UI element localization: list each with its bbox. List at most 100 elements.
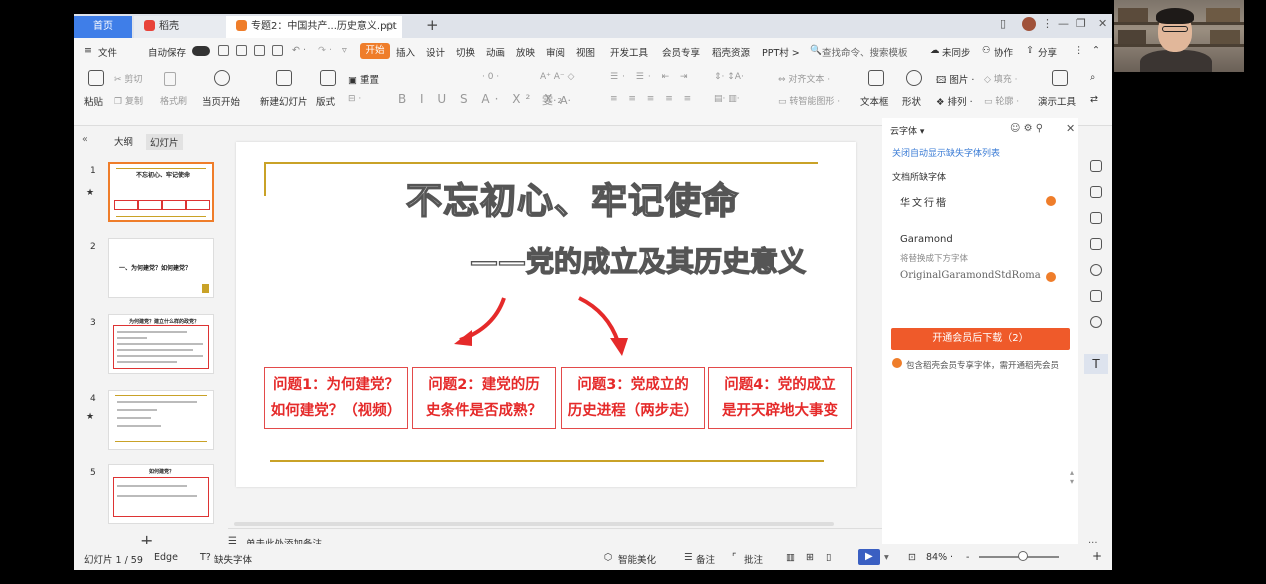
share-label[interactable]: 分享 <box>1038 45 1057 59</box>
cut-button[interactable]: ✂ 剪切 <box>114 72 142 85</box>
sorter-view-icon[interactable]: ⊞ <box>806 552 814 563</box>
menu-daoke-resources[interactable]: 稻壳资源 <box>712 45 750 59</box>
shape-button[interactable]: 形状 <box>902 94 921 108</box>
slideshow-play-button[interactable]: ▶ <box>858 549 880 565</box>
sidebar-copy-icon[interactable] <box>1090 238 1102 250</box>
new-slide-button[interactable]: 新建幻灯片 <box>260 94 308 108</box>
missing-font-1[interactable]: 华文行楷 <box>900 194 948 209</box>
columns-button[interactable]: ▤· ▥· <box>714 94 740 104</box>
comments-icon[interactable]: ⌜ <box>732 552 736 563</box>
minimize-icon[interactable]: — <box>1058 17 1069 30</box>
picture-button[interactable]: 🖾 图片 · <box>936 72 974 89</box>
menu-member[interactable]: 会员专享 <box>662 45 700 59</box>
panel-tools-icons[interactable]: ☺ ⚙ ⚲ <box>1010 123 1043 134</box>
tab-document[interactable]: 专题2：中国共产...历史意义.ppt ○ <box>226 16 402 38</box>
more-options-icon[interactable]: ⋮ <box>1074 45 1084 56</box>
redo-icon[interactable]: ↷ · <box>318 45 332 56</box>
slide-thumbnail-1[interactable]: 1 ★ 不忘初心、牢记使命 <box>84 162 214 228</box>
autosave-toggle[interactable] <box>192 46 210 56</box>
share-icon[interactable]: ⇪ <box>1026 45 1034 56</box>
sidebar-font-icon[interactable]: T <box>1084 354 1108 374</box>
close-window-icon[interactable]: ✕ <box>1098 17 1107 30</box>
search-commands[interactable]: 查找命令、搜索模板 <box>822 45 908 59</box>
font-size-box[interactable]: · 0 · <box>482 72 499 82</box>
play-menu-chevron-icon[interactable]: ▾ <box>884 552 889 563</box>
slide-thumbnail-3[interactable]: 3 为何建党？建立什么样的政党？ <box>84 314 214 380</box>
menu-design[interactable]: 设计 <box>426 45 445 59</box>
question-box-1[interactable]: 问题1：为何建党？ 如何建党？（视频） <box>264 367 408 429</box>
slide[interactable]: 不忘初心、牢记使命 ——党的成立及其历史意义 问题1：为何建党？ 如何建党？（视… <box>236 142 856 487</box>
menu-review[interactable]: 审阅 <box>546 45 565 59</box>
find-icon[interactable]: ⌕ <box>1090 72 1095 83</box>
layout-icon[interactable]: ▯ <box>1000 17 1006 30</box>
sidebar-location-icon[interactable] <box>1090 316 1102 328</box>
format-painter-button[interactable]: 格式刷 <box>160 94 187 107</box>
sidebar-image-icon[interactable] <box>1090 290 1102 302</box>
outline-button[interactable]: ▭ 轮廓 · <box>984 94 1019 107</box>
zoom-slider-handle[interactable] <box>1018 551 1028 561</box>
smart-beautify-icon[interactable]: ⬡ <box>604 552 612 563</box>
paste-button[interactable]: 粘贴 <box>84 94 103 108</box>
tab-daoke[interactable]: 稻壳 <box>134 16 226 38</box>
arrange-button[interactable]: ❖ 排列 · <box>936 94 973 108</box>
missing-fonts-status[interactable]: 缺失字体 <box>214 552 252 566</box>
sidebar-shape-icon[interactable] <box>1090 160 1102 172</box>
preview-icon[interactable] <box>272 45 283 56</box>
list-buttons[interactable]: ☰· ☰· ⇤ ⇥ <box>610 72 692 82</box>
collapse-panel-icon[interactable]: « <box>82 134 88 145</box>
save-icon[interactable] <box>218 45 229 56</box>
collab-label[interactable]: 协作 <box>994 45 1013 59</box>
fit-window-icon[interactable]: ⊡ <box>908 552 916 563</box>
smart-graphic-button[interactable]: ▭ 转智能图形 · <box>778 94 840 107</box>
close-tab-icon[interactable]: ○ <box>385 16 394 38</box>
copy-button[interactable]: ❐ 复制 <box>114 94 143 107</box>
layout-button[interactable]: 版式 <box>316 94 335 108</box>
menu-developer[interactable]: 开发工具 <box>610 45 648 59</box>
zoom-out-button[interactable]: - <box>966 552 969 563</box>
comments-toggle[interactable]: 批注 <box>744 552 763 566</box>
zoom-level[interactable]: 84% <box>926 552 947 563</box>
more-icon[interactable]: ▿ <box>342 45 347 56</box>
reading-view-icon[interactable]: ▯ <box>826 552 831 563</box>
menu-start[interactable]: 开始 <box>360 43 390 59</box>
tab-slides[interactable]: 幻灯片 <box>146 134 183 150</box>
zoom-in-button[interactable]: + <box>1092 549 1102 563</box>
layout-gallery-icon[interactable] <box>320 70 336 86</box>
sidebar-settings-icon[interactable] <box>1090 186 1102 198</box>
unsynced-label[interactable]: 未同步 <box>942 45 971 59</box>
restore-icon[interactable]: ❐ <box>1076 17 1086 30</box>
text-direction-button[interactable]: ⇔ 对齐文本 · <box>778 72 830 85</box>
sidebar-star-icon[interactable] <box>1090 212 1102 224</box>
horizontal-scrollbar[interactable] <box>234 522 834 526</box>
font-grow-shrink[interactable]: A⁺ A⁻ ◇ <box>540 72 574 82</box>
slide-thumbnail-4[interactable]: 4 ★ <box>84 390 214 456</box>
export-icon[interactable] <box>236 45 247 56</box>
menu-autosave[interactable]: 自动保存 <box>148 45 186 59</box>
print-icon[interactable] <box>254 45 265 56</box>
avatar[interactable] <box>1022 17 1036 31</box>
replacement-font[interactable]: OriginalGaramondStdRoma <box>900 270 1041 281</box>
menu-ppt-village[interactable]: PPT村 > <box>762 45 800 59</box>
new-tab-button[interactable]: + <box>426 16 439 34</box>
play-from-current-icon[interactable] <box>214 70 230 86</box>
slide-thumbnail-5[interactable]: 5 如何建党？ <box>84 464 214 530</box>
panel-scroll-arrows[interactable]: ▴ ▾ <box>1070 468 1074 486</box>
smart-beautify-button[interactable]: 智能美化 <box>618 552 656 566</box>
missing-font-icon[interactable]: T? <box>200 552 211 563</box>
phonetic-buttons[interactable]: 雯· A· <box>542 92 571 108</box>
from-current-button[interactable]: 当页开始 <box>202 94 240 108</box>
arrow-left[interactable] <box>459 297 506 342</box>
reset-button[interactable]: ▣ 重置 <box>348 72 379 86</box>
menu-animation[interactable]: 动画 <box>486 45 505 59</box>
question-box-2[interactable]: 问题2：建党的历 史条件是否成熟？ <box>412 367 556 429</box>
hamburger-icon[interactable]: ≡ <box>84 45 92 56</box>
menu-transition[interactable]: 切换 <box>456 45 475 59</box>
section-button[interactable]: ⊟ · <box>348 94 361 104</box>
align-buttons[interactable]: ≡ ≡ ≡ ≡ ≡ <box>610 94 695 104</box>
menu-view[interactable]: 视图 <box>576 45 595 59</box>
cloud-sync-icon[interactable]: ☁ <box>930 45 940 56</box>
fill-button[interactable]: ◇ 填充 · <box>984 72 1018 85</box>
question-box-4[interactable]: 问题4：党的成立 是开天辟地大事变 <box>708 367 852 429</box>
member-download-button[interactable]: 开通会员后下载（2） <box>891 328 1070 350</box>
normal-view-icon[interactable]: ▥ <box>786 552 795 563</box>
